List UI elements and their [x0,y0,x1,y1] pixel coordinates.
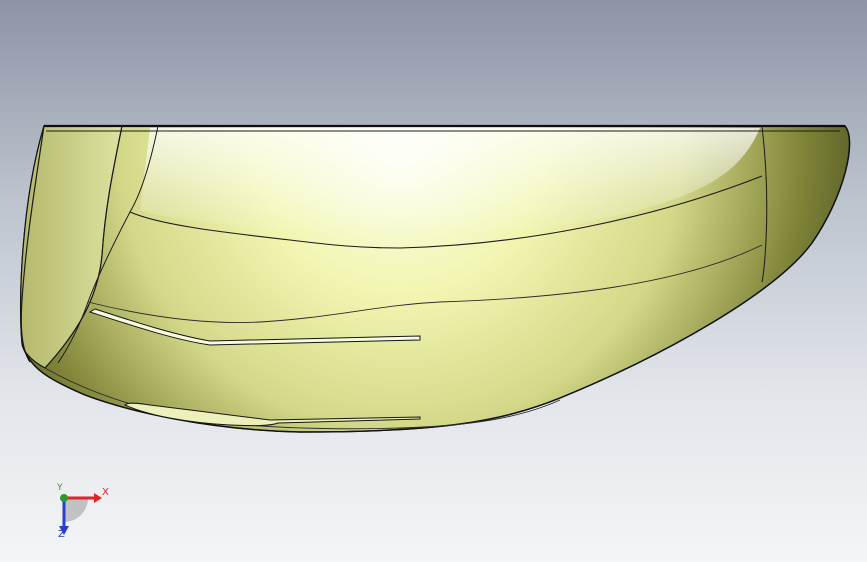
graphics-viewport[interactable]: X Y Z [0,0,867,562]
y-axis-label: Y [57,483,63,493]
z-axis-label: Z [58,529,65,540]
3d-model-part[interactable] [0,0,867,562]
x-axis-arrow [94,493,102,503]
y-axis-dot [60,494,68,502]
x-axis-label: X [102,487,109,498]
coordinate-triad: X Y Z [40,478,120,548]
